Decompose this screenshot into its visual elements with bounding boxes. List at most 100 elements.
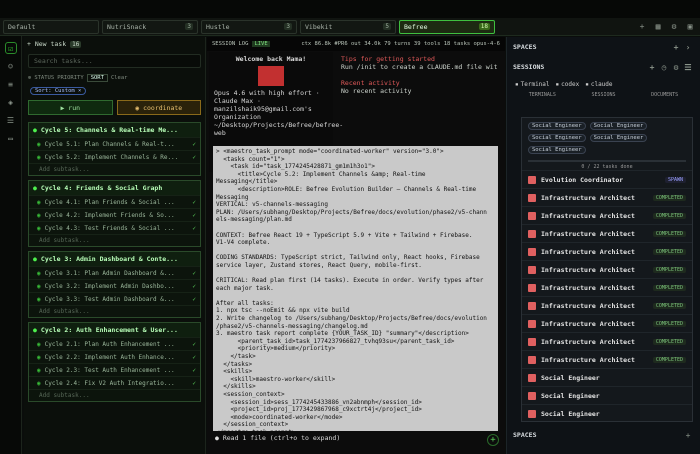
task-item[interactable]: ◉ Cycle 4.1: Plan Friends & Social ... ✓ bbox=[29, 195, 200, 208]
session-row[interactable]: Infrastructure Architect COMPLETED bbox=[522, 350, 692, 368]
add-space-icon[interactable]: + bbox=[670, 41, 682, 53]
search-input[interactable]: Search tasks... bbox=[28, 54, 201, 68]
tips-text: Run /init to create a CLAUDE.md file wit bbox=[341, 63, 498, 71]
stack-icon[interactable]: ◈ bbox=[5, 96, 17, 108]
session-name: Infrastructure Architect bbox=[541, 355, 635, 364]
list-icon[interactable]: ☰ bbox=[5, 114, 17, 126]
session-row[interactable]: Infrastructure Architect COMPLETED bbox=[522, 296, 692, 314]
session-name: Infrastructure Architect bbox=[541, 319, 635, 328]
priority-filter[interactable]: PRIORITY bbox=[57, 75, 84, 81]
tasks-icon[interactable]: ☑ bbox=[4, 42, 17, 54]
read-file-status[interactable]: ● Read 1 file (ctrl+o to expand) bbox=[215, 434, 340, 442]
workspace-tab-4[interactable]: Befree 18 bbox=[399, 19, 495, 34]
task-item[interactable]: ◉ Cycle 5.1: Plan Channels & Real-t... ✓ bbox=[29, 137, 200, 150]
group-header[interactable]: ● Cycle 4: Friends & Social Graph bbox=[29, 181, 200, 195]
workspace-tab-0[interactable]: Default bbox=[3, 19, 99, 34]
add-subtask-input[interactable]: Add subtask... bbox=[29, 234, 200, 246]
status-dot-icon: ◉ bbox=[37, 224, 41, 232]
task-title: Cycle 4.1: Plan Friends & Social ... bbox=[44, 198, 175, 206]
workspace-tab-3[interactable]: Vibekit 5 bbox=[300, 19, 396, 34]
group-header[interactable]: ● Cycle 3: Admin Dashboard & Conte... bbox=[29, 252, 200, 266]
column-header[interactable]: TERMINALS bbox=[529, 92, 556, 98]
session-row[interactable]: Evolution Coordinator SPAWN bbox=[522, 170, 692, 188]
add-space-icon[interactable]: + bbox=[682, 429, 694, 441]
add-subtask-input[interactable]: Add subtask... bbox=[29, 163, 200, 175]
status-badge: COMPLETED bbox=[652, 212, 686, 219]
folder-icon[interactable]: ▭ bbox=[5, 132, 17, 144]
session-row[interactable]: Infrastructure Architect COMPLETED bbox=[522, 260, 692, 278]
history-icon[interactable]: ◷ bbox=[658, 61, 670, 73]
new-task-button[interactable]: + New task bbox=[27, 40, 66, 48]
task-item[interactable]: ◉ Cycle 4.3: Test Friends & Social ... ✓ bbox=[29, 221, 200, 234]
session-tab[interactable]: ▪ Terminal bbox=[515, 81, 550, 88]
add-icon[interactable]: + bbox=[487, 434, 499, 446]
agent-icon bbox=[528, 355, 536, 364]
check-icon: ✓ bbox=[192, 340, 196, 348]
run-button[interactable]: ▶ run bbox=[28, 100, 113, 115]
status-badge: COMPLETED bbox=[652, 338, 686, 345]
task-item[interactable]: ◉ Cycle 3.3: Test Admin Dashboard &... ✓ bbox=[29, 292, 200, 305]
status-filter[interactable]: STATUS bbox=[34, 75, 54, 81]
column-header[interactable]: SESSIONS bbox=[591, 92, 615, 98]
task-panel: + New task 16 Search tasks... ⊕ STATUS P… bbox=[24, 37, 206, 454]
settings-icon[interactable]: ⚙ bbox=[670, 61, 682, 73]
sort-filter[interactable]: SORT bbox=[86, 74, 108, 82]
member-tag[interactable]: Social Engineer bbox=[589, 122, 648, 130]
session-row[interactable]: Infrastructure Architect COMPLETED bbox=[522, 188, 692, 206]
session-row[interactable]: Social Engineer bbox=[522, 368, 692, 386]
workspace-tab-2[interactable]: Hustle 3 bbox=[201, 19, 297, 34]
task-item[interactable]: ◉ Cycle 2.3: Test Auth Enhancement ... ✓ bbox=[29, 363, 200, 376]
add-subtask-input[interactable]: Add subtask... bbox=[29, 305, 200, 317]
session-row[interactable]: Infrastructure Architect COMPLETED bbox=[522, 206, 692, 224]
add-icon[interactable]: + bbox=[636, 20, 648, 32]
group-header[interactable]: ● Cycle 5: Channels & Real-time Me... bbox=[29, 123, 200, 137]
collapse-icon[interactable]: › bbox=[682, 41, 694, 53]
task-item[interactable]: ◉ Cycle 2.1: Plan Auth Enhancement ... ✓ bbox=[29, 337, 200, 350]
status-badge: COMPLETED bbox=[652, 284, 686, 291]
status-dot-icon: ● bbox=[33, 255, 37, 263]
task-item[interactable]: ◉ Cycle 3.1: Plan Admin Dashboard &... ✓ bbox=[29, 266, 200, 279]
check-icon: ✓ bbox=[192, 295, 196, 303]
session-row[interactable]: Social Engineer bbox=[522, 404, 692, 422]
workspace-tab-1[interactable]: NutriSnack 3 bbox=[102, 19, 198, 34]
check-icon: ✓ bbox=[192, 211, 196, 219]
member-tag[interactable]: Social Engineer bbox=[528, 134, 586, 142]
session-name: Infrastructure Architect bbox=[541, 265, 635, 274]
task-item[interactable]: ◉ Cycle 3.2: Implement Admin Dashbo... ✓ bbox=[29, 279, 200, 292]
settings-icon[interactable]: ⚙ bbox=[668, 20, 680, 32]
add-filter-icon[interactable]: ⊕ bbox=[28, 75, 31, 81]
member-tag[interactable]: Social Engineer bbox=[589, 134, 648, 142]
task-item[interactable]: ◉ Cycle 2.4: Fix V2 Auth Integratio... ✓ bbox=[29, 376, 200, 389]
team-card: Social Engineer Social EngineerSocial Eng… bbox=[521, 117, 693, 422]
add-session-icon[interactable]: + bbox=[646, 61, 658, 73]
agents-icon[interactable]: ☺ bbox=[5, 60, 17, 72]
member-tag[interactable]: Social Engineer bbox=[528, 146, 586, 154]
task-item[interactable]: ◉ Cycle 4.2: Implement Friends & So... ✓ bbox=[29, 208, 200, 221]
session-row[interactable]: Infrastructure Architect COMPLETED bbox=[522, 242, 692, 260]
session-tab[interactable]: ▪ codex bbox=[556, 81, 580, 88]
column-header[interactable]: DOCUMENTS bbox=[651, 92, 678, 98]
session-row[interactable]: Infrastructure Architect COMPLETED bbox=[522, 224, 692, 242]
member-tag[interactable]: Social Engineer bbox=[528, 122, 586, 130]
panel-icon[interactable]: ▣ bbox=[684, 20, 696, 32]
group-header[interactable]: ● Cycle 2: Auth Enhancement & User... bbox=[29, 323, 200, 337]
layers-icon[interactable]: ≡ bbox=[5, 78, 17, 90]
task-item[interactable]: ◉ Cycle 5.2: Implement Channels & Re... ✓ bbox=[29, 150, 200, 163]
session-tab[interactable]: ▪ claude bbox=[585, 81, 612, 88]
session-row[interactable]: Social Engineer bbox=[522, 386, 692, 404]
terminal-icon: ▪ bbox=[555, 81, 560, 88]
menu-icon[interactable]: ☰ bbox=[682, 61, 694, 73]
status-badge: COMPLETED bbox=[652, 320, 686, 327]
session-row[interactable]: Infrastructure Architect COMPLETED bbox=[522, 278, 692, 296]
sort-chip[interactable]: Sort: Custom × bbox=[30, 87, 87, 95]
agent-icon bbox=[528, 337, 536, 346]
grid-icon[interactable]: ▦ bbox=[652, 20, 664, 32]
add-subtask-input[interactable]: Add subtask... bbox=[29, 389, 200, 401]
task-item[interactable]: ◉ Cycle 2.2: Implement Auth Enhance... ✓ bbox=[29, 350, 200, 363]
tab-count: 3 bbox=[284, 23, 292, 30]
coordinate-button[interactable]: ◉ coordinate bbox=[116, 100, 201, 115]
session-row[interactable]: Infrastructure Architect COMPLETED bbox=[522, 314, 692, 332]
agent-icon bbox=[528, 409, 536, 418]
clear-filter[interactable]: Clear bbox=[111, 75, 128, 81]
session-row[interactable]: Infrastructure Architect COMPLETED bbox=[522, 332, 692, 350]
